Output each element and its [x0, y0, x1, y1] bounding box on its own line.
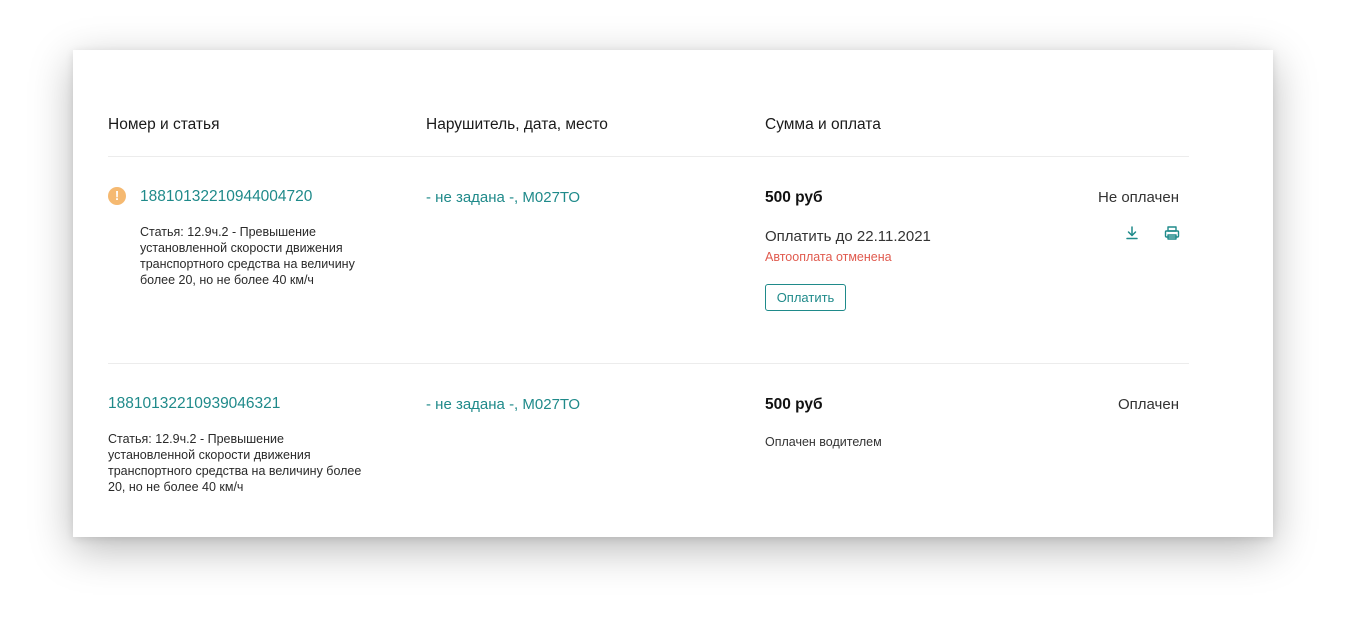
fine-article: Статья: 12.9ч.2 - Превышение установленн…	[140, 225, 355, 287]
offender-info[interactable]: - не задана -, М027ТО	[426, 189, 580, 206]
fine-amount: 500 руб	[765, 396, 823, 413]
pay-button[interactable]: Оплатить	[765, 284, 846, 311]
fines-card: Номер и статья Нарушитель, дата, место С…	[73, 50, 1273, 537]
offender-info[interactable]: - не задана -, М027ТО	[426, 396, 580, 413]
header-divider	[108, 156, 1189, 157]
fine-amount: 500 руб	[765, 189, 823, 206]
header-offender: Нарушитель, дата, место	[426, 116, 608, 133]
fine-article: Статья: 12.9ч.2 - Превышение установленн…	[108, 432, 362, 494]
due-date: Оплатить до 22.11.2021	[765, 228, 931, 245]
status-badge: Не оплачен	[1097, 189, 1179, 206]
exclamation-icon: !	[108, 187, 126, 205]
fine-number-link[interactable]: 18810132210944004720	[140, 188, 312, 206]
header-number: Номер и статья	[108, 116, 220, 133]
download-icon[interactable]	[1123, 224, 1141, 242]
fine-number-link[interactable]: 18810132210939046321	[108, 395, 280, 413]
autopay-status: Автооплата отменена	[765, 250, 892, 264]
header-payment: Сумма и оплата	[765, 116, 881, 133]
paid-by-text: Оплачен водителем	[765, 435, 882, 449]
print-icon[interactable]	[1163, 224, 1181, 242]
row-divider	[108, 363, 1189, 364]
status-badge: Оплачен	[1118, 396, 1179, 413]
